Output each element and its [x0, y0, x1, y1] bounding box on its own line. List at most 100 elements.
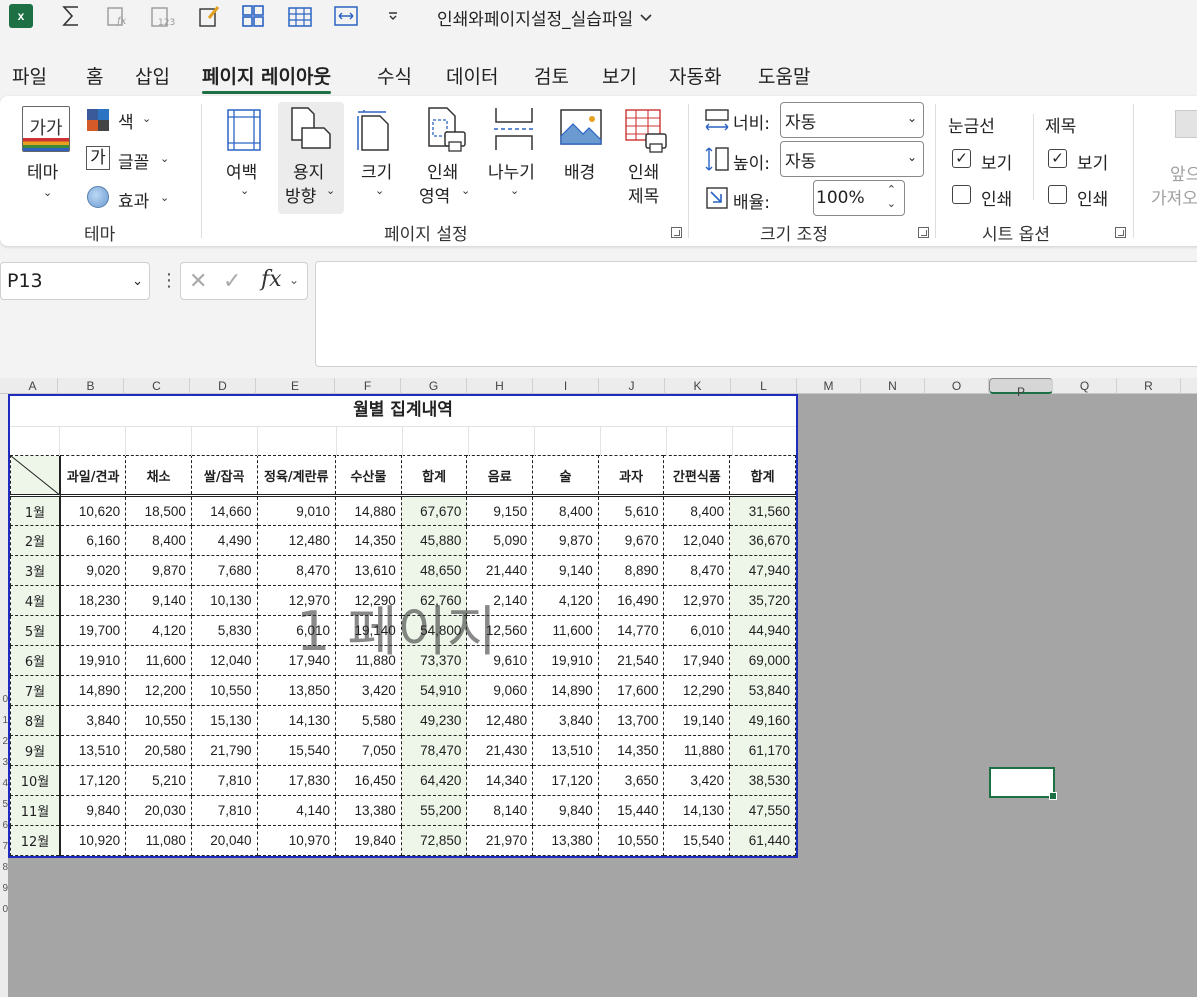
column-heading[interactable]: 술: [532, 455, 599, 497]
value-cell[interactable]: 15,540: [256, 735, 337, 766]
column-heading[interactable]: 수산물: [335, 455, 402, 497]
layout-grid-icon[interactable]: [240, 2, 266, 30]
fit-width-icon[interactable]: [332, 2, 360, 30]
row-header[interactable]: 4: [0, 778, 8, 789]
value-cell[interactable]: 6,010: [256, 615, 337, 646]
value-cell[interactable]: 17,940: [663, 645, 731, 676]
value-cell[interactable]: 3,420: [663, 765, 731, 796]
value-cell[interactable]: 12,560: [466, 615, 534, 646]
value-cell[interactable]: 12,970: [663, 585, 731, 616]
value-cell[interactable]: 11,080: [125, 825, 192, 856]
month-cell[interactable]: 3월: [10, 555, 61, 586]
column-header-l[interactable]: L: [731, 378, 797, 394]
column-header-m[interactable]: M: [797, 378, 861, 394]
value-cell[interactable]: 3,420: [335, 675, 402, 706]
size-button[interactable]: 크기: [361, 158, 392, 183]
value-cell[interactable]: 21,430: [466, 735, 534, 766]
breaks-button[interactable]: 나누기: [488, 158, 535, 183]
value-cell[interactable]: 12,290: [335, 585, 402, 616]
column-header-f[interactable]: F: [335, 378, 401, 394]
value-cell[interactable]: 9,840: [59, 795, 127, 826]
value-cell[interactable]: 64,420: [400, 765, 468, 796]
value-cell[interactable]: 9,010: [256, 495, 337, 526]
themes-button[interactable]: 가가: [22, 106, 72, 156]
value-cell[interactable]: 14,350: [597, 735, 665, 766]
value-cell[interactable]: 8,890: [597, 555, 665, 586]
chevron-down-icon[interactable]: ⌄: [289, 273, 299, 287]
month-cell[interactable]: 8월: [10, 705, 61, 736]
column-heading[interactable]: 합계: [400, 455, 468, 497]
value-cell[interactable]: 5,580: [335, 705, 402, 736]
row-header[interactable]: 6: [0, 820, 8, 831]
value-cell[interactable]: 19,910: [59, 645, 127, 676]
month-cell[interactable]: 12월: [10, 825, 61, 856]
value-cell[interactable]: 21,790: [190, 735, 258, 766]
value-cell[interactable]: 21,440: [466, 555, 534, 586]
value-cell[interactable]: 17,940: [256, 645, 337, 676]
page-setup-launcher-icon[interactable]: [671, 227, 682, 238]
gridlines-print-checkbox[interactable]: [952, 185, 971, 204]
value-cell[interactable]: 4,120: [532, 585, 599, 616]
gridlines-view-checkbox[interactable]: ✓: [952, 149, 971, 168]
height-select[interactable]: 자동 ⌄: [780, 141, 924, 177]
month-cell[interactable]: 6월: [10, 645, 61, 676]
formula-input[interactable]: [315, 261, 1197, 367]
value-cell[interactable]: 11,600: [125, 645, 192, 676]
value-cell[interactable]: 14,890: [532, 675, 599, 706]
value-cell[interactable]: 7,810: [190, 795, 258, 826]
value-cell[interactable]: 9,840: [532, 795, 599, 826]
bring-forward-label-2[interactable]: 가져오: [1151, 184, 1197, 209]
paste-values-icon[interactable]: 123: [148, 2, 176, 30]
print-area-label-1[interactable]: 인쇄: [427, 158, 458, 183]
sheet-options-launcher-icon[interactable]: [1115, 227, 1126, 238]
value-cell[interactable]: 20,580: [125, 735, 192, 766]
value-cell[interactable]: 69,000: [729, 645, 796, 676]
tab-home[interactable]: 홈: [86, 62, 103, 89]
column-header-i[interactable]: I: [533, 378, 599, 394]
value-cell[interactable]: 12,290: [663, 675, 731, 706]
value-cell[interactable]: 6,010: [663, 615, 731, 646]
orientation-label-2[interactable]: 방향: [285, 182, 316, 207]
more-options-icon[interactable]: ⋮: [160, 270, 178, 291]
value-cell[interactable]: 14,130: [256, 705, 337, 736]
column-heading[interactable]: 채소: [125, 455, 192, 497]
value-cell[interactable]: 15,440: [597, 795, 665, 826]
value-cell[interactable]: 15,130: [190, 705, 258, 736]
value-cell[interactable]: 8,400: [125, 525, 192, 556]
value-cell[interactable]: 10,550: [125, 705, 192, 736]
value-cell[interactable]: 61,440: [729, 825, 796, 856]
value-cell[interactable]: 5,090: [466, 525, 534, 556]
column-header-h[interactable]: H: [467, 378, 533, 394]
value-cell[interactable]: 10,620: [59, 495, 127, 526]
row-header[interactable]: 5: [0, 799, 8, 810]
value-cell[interactable]: 14,350: [335, 525, 402, 556]
value-cell[interactable]: 4,490: [190, 525, 258, 556]
value-cell[interactable]: 10,920: [59, 825, 127, 856]
column-header-q[interactable]: Q: [1053, 378, 1117, 394]
insert-function-icon[interactable]: fx: [104, 2, 130, 30]
autosum-icon[interactable]: [58, 2, 84, 30]
column-header-b[interactable]: B: [58, 378, 124, 394]
value-cell[interactable]: 3,840: [532, 705, 599, 736]
tab-review[interactable]: 검토: [534, 62, 569, 89]
value-cell[interactable]: 13,850: [256, 675, 337, 706]
value-cell[interactable]: 49,160: [729, 705, 796, 736]
tab-page-layout[interactable]: 페이지 레이아웃: [202, 62, 331, 94]
value-cell[interactable]: 17,830: [256, 765, 337, 796]
width-select[interactable]: 자동 ⌄: [780, 102, 924, 138]
print-titles-icon[interactable]: [624, 108, 670, 154]
month-cell[interactable]: 10월: [10, 765, 61, 796]
value-cell[interactable]: 54,800: [400, 615, 468, 646]
background-icon[interactable]: [559, 108, 603, 148]
column-header-o[interactable]: O: [925, 378, 989, 394]
orientation-icon[interactable]: [288, 106, 334, 152]
print-titles-label-1[interactable]: 인쇄: [628, 158, 659, 183]
name-box[interactable]: P13 ⌄: [0, 262, 150, 300]
value-cell[interactable]: 13,510: [532, 735, 599, 766]
value-cell[interactable]: 8,470: [663, 555, 731, 586]
column-header-r[interactable]: R: [1117, 378, 1181, 394]
column-heading[interactable]: 과자: [597, 455, 665, 497]
value-cell[interactable]: 8,400: [532, 495, 599, 526]
value-cell[interactable]: 9,140: [125, 585, 192, 616]
value-cell[interactable]: 4,140: [256, 795, 337, 826]
